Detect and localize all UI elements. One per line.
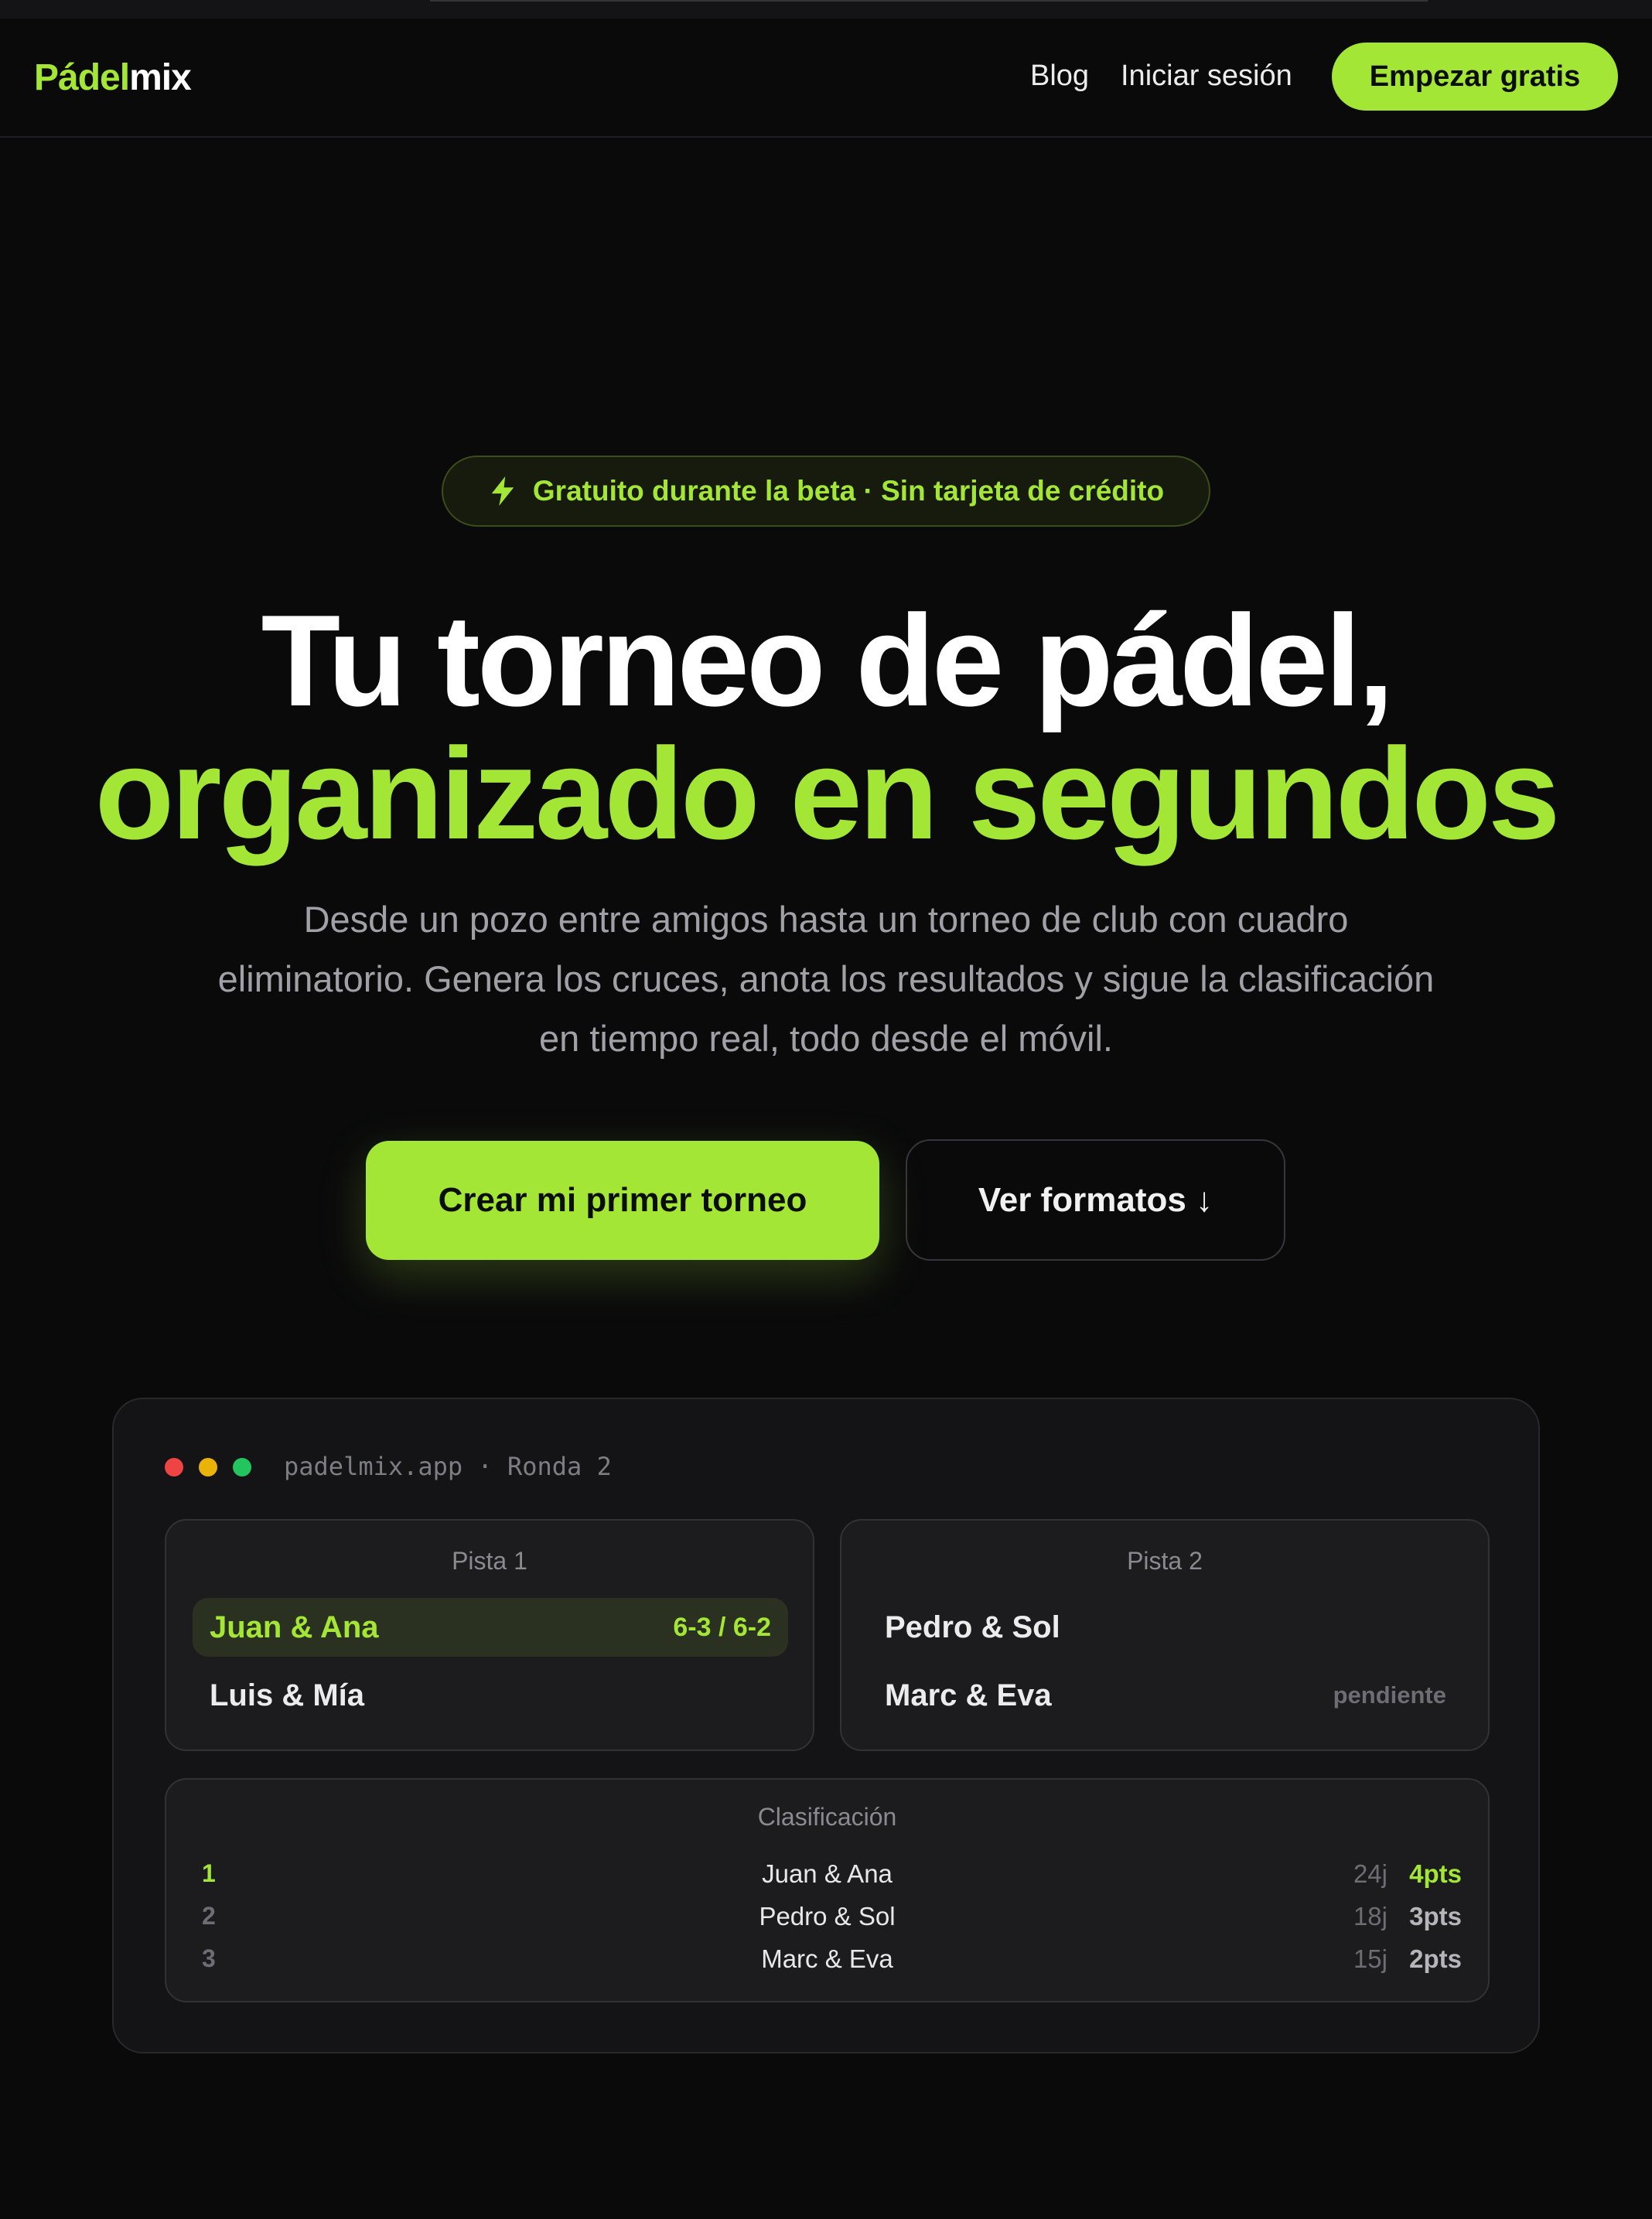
window-minimize-dot — [199, 1458, 217, 1476]
team-name: Marc & Eva — [885, 1678, 1052, 1712]
standings-row: 1 Juan & Ana 24j 4pts — [166, 1853, 1488, 1896]
logo[interactable]: Pádelmix — [34, 56, 192, 101]
standings-points: 4pts — [1409, 1859, 1462, 1888]
window-url: padelmix.app · Ronda 2 — [284, 1452, 612, 1481]
standings-row: 2 Pedro & Sol 18j 3pts — [166, 1896, 1488, 1938]
lightning-bolt-icon — [491, 476, 514, 506]
start-free-button[interactable]: Empezar gratis — [1332, 43, 1618, 111]
see-formats-button[interactable]: Ver formatos ↓ — [906, 1139, 1285, 1261]
hero-title-line1: Tu torneo de pádel, — [261, 588, 1394, 733]
standings-title: Clasificación — [757, 1803, 897, 1831]
standings-team: Pedro & Sol — [759, 1902, 896, 1931]
beta-badge-text: Gratuito durante la beta · Sin tarjeta d… — [532, 475, 1165, 507]
team-name: Luis & Mía — [210, 1678, 365, 1712]
nav-link-login[interactable]: Iniciar sesión — [1121, 59, 1292, 94]
court-title: Pista 2 — [1127, 1547, 1203, 1575]
standings-games: 15j — [1353, 1944, 1387, 1973]
standings-games: 24j — [1353, 1859, 1387, 1888]
hero-subtitle: Desde un pozo entre amigos hasta un torn… — [217, 899, 1435, 1059]
court-card-2: Pista 2 Pedro & Sol Marc & Eva pendiente — [840, 1519, 1490, 1751]
standings-team: Juan & Ana — [762, 1859, 893, 1888]
standings-points: 2pts — [1409, 1944, 1462, 1973]
window-close-dot — [165, 1458, 183, 1476]
court-title: Pista 1 — [452, 1547, 527, 1575]
standings-team: Marc & Eva — [761, 1944, 893, 1973]
team-name: Pedro & Sol — [885, 1610, 1060, 1644]
match-row-winner: Juan & Ana 6-3 / 6-2 — [193, 1598, 788, 1657]
app-preview-window: padelmix.app · Ronda 2 Pista 1 Juan & An… — [112, 1398, 1540, 2053]
match-status-pending: pendiente — [1333, 1681, 1446, 1709]
hero-title-line2: organizado en segundos — [94, 721, 1561, 866]
match-row: Marc & Eva pendiente — [868, 1666, 1463, 1725]
match-score: 6-3 / 6-2 — [673, 1612, 771, 1642]
top-navbar: Pádelmix Blog Iniciar sesión Empezar gra… — [0, 19, 1652, 138]
logo-part-mix: mix — [129, 57, 192, 98]
standings-games: 18j — [1353, 1902, 1387, 1931]
nav-link-blog[interactable]: Blog — [1030, 59, 1089, 94]
logo-part-padel: Pádel — [34, 57, 130, 98]
browser-top-strip — [0, 0, 1652, 19]
top-strip-bar — [430, 0, 1428, 2]
match-row: Pedro & Sol — [868, 1598, 1463, 1657]
create-tournament-button[interactable]: Crear mi primer torneo — [366, 1141, 879, 1260]
match-row: Luis & Mía — [193, 1666, 788, 1725]
standings-points: 3pts — [1409, 1902, 1462, 1931]
beta-badge: Gratuito durante la beta · Sin tarjeta d… — [442, 456, 1210, 527]
team-name: Juan & Ana — [210, 1610, 379, 1644]
window-maximize-dot — [233, 1458, 251, 1476]
standings-card: Clasificación 1 Juan & Ana 24j 4pts 2 Pe… — [165, 1778, 1490, 2002]
standings-row: 3 Marc & Eva 15j 2pts — [166, 1938, 1488, 1981]
court-card-1: Pista 1 Juan & Ana 6-3 / 6-2 Luis & Mía — [165, 1519, 814, 1751]
